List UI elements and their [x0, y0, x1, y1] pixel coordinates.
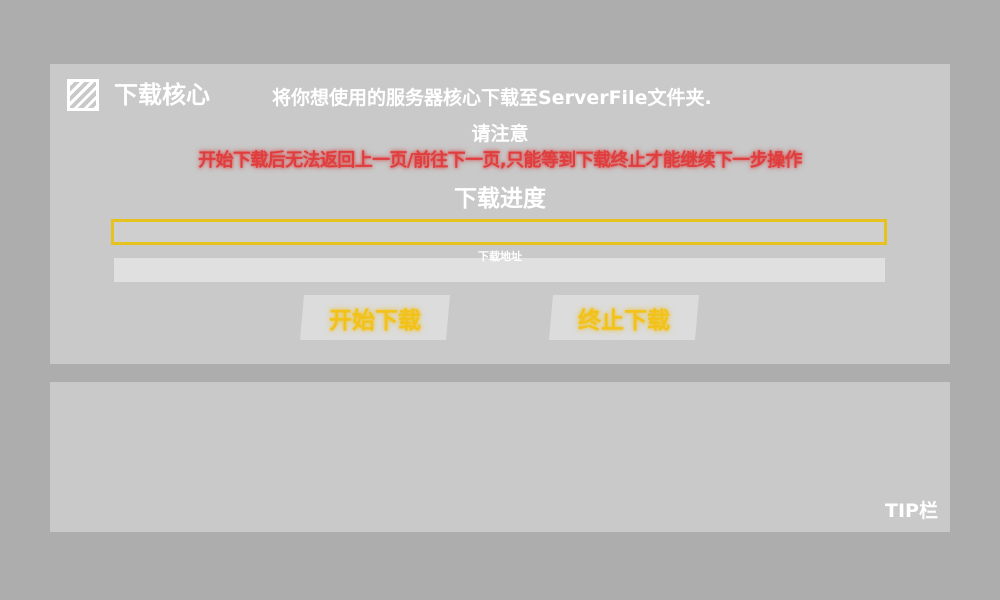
page-description: 将你想使用的服务器核心下载至ServerFile文件夹. [272, 87, 712, 109]
notice-title: 请注意 [471, 123, 529, 145]
progress-title: 下载进度 [454, 186, 546, 212]
stop-download-button[interactable]: 终止下载 [549, 295, 699, 340]
start-download-button[interactable]: 开始下载 [300, 295, 450, 340]
download-core-panel: 下载核心 将你想使用的服务器核心下载至ServerFile文件夹. 请注意 开始… [50, 64, 950, 364]
download-progress-bar [111, 219, 887, 245]
logo-icon [67, 79, 99, 111]
tip-label: TIP栏 [885, 500, 938, 522]
download-url-input[interactable] [114, 258, 885, 282]
page-title: 下载核心 [114, 81, 210, 109]
start-download-label: 开始下载 [329, 307, 421, 334]
stop-download-label: 终止下载 [578, 307, 670, 334]
warning-text: 开始下载后无法返回上一页/前往下一页,只能等到下载终止才能继续下一步操作 [198, 150, 802, 171]
tip-panel: TIP栏 [50, 382, 950, 532]
